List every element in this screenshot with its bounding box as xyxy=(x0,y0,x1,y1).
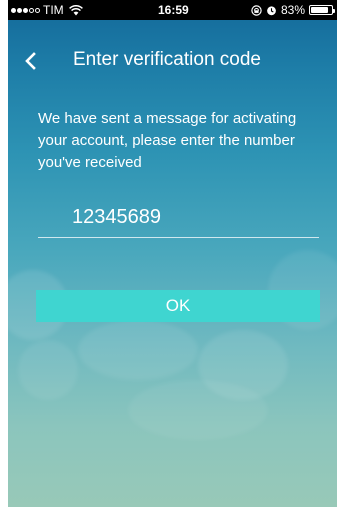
status-time: 16:59 xyxy=(158,3,189,17)
location-lock-icon xyxy=(251,4,262,16)
battery-icon xyxy=(309,5,335,15)
status-bar-left: TIM xyxy=(11,3,83,17)
alarm-icon xyxy=(267,5,276,15)
battery-fill xyxy=(311,7,328,13)
signal-strength-icon xyxy=(11,7,40,13)
background-bokeh xyxy=(128,380,268,440)
screen: TIM 16:59 83% Enter verification code We… xyxy=(8,0,337,507)
carrier-label: TIM xyxy=(43,3,64,17)
status-bar-right: 83% xyxy=(251,3,335,17)
status-bar: TIM 16:59 83% xyxy=(8,0,337,20)
page-title: Enter verification code xyxy=(73,49,261,70)
ok-button[interactable]: OK xyxy=(36,290,320,322)
background-bokeh xyxy=(18,340,78,400)
nav-bar: Enter verification code xyxy=(8,46,337,76)
chevron-left-icon[interactable] xyxy=(20,50,42,72)
background-bokeh xyxy=(78,320,198,380)
instruction-message: We have sent a message for activating yo… xyxy=(38,110,297,171)
verification-code-input[interactable] xyxy=(38,198,319,238)
battery-percent: 83% xyxy=(280,3,305,17)
wifi-icon xyxy=(68,4,83,15)
